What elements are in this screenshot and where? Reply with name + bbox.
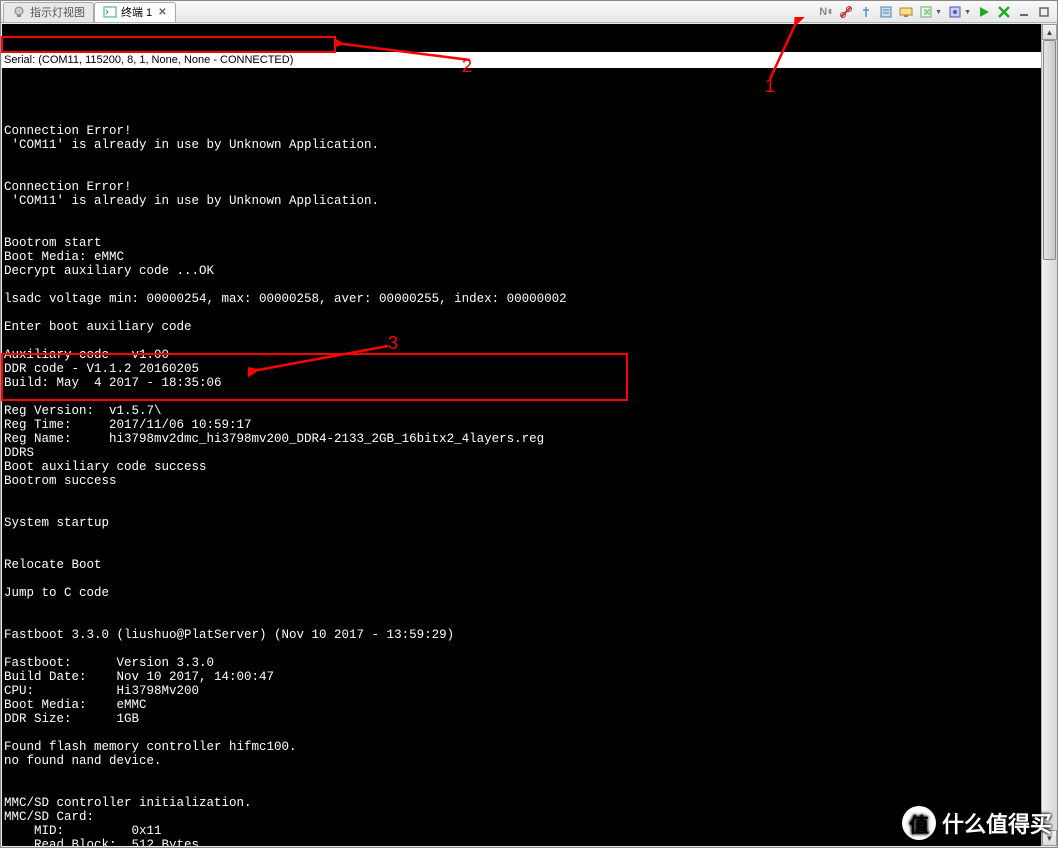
bulb-icon <box>12 5 26 19</box>
serial-connection-header: Serial: (COM11, 115200, 8, 1, None, None… <box>2 52 1056 68</box>
disconnect-button[interactable] <box>837 3 855 21</box>
connect-mode-button[interactable]: N⬍ <box>817 3 835 21</box>
command-button[interactable]: ⌘ <box>917 3 935 21</box>
watermark-text: 什么值得买 <box>942 807 1052 839</box>
scroll-track[interactable] <box>1042 40 1057 830</box>
vertical-scrollbar[interactable]: ▲ ▼ <box>1041 24 1057 846</box>
tab-bar: 指示灯视图 终端 1 ✕ N⬍ ⌘ <box>1 1 1057 23</box>
minimize-button[interactable] <box>1015 3 1033 21</box>
svg-text:⌘: ⌘ <box>923 8 931 17</box>
settings-button[interactable] <box>946 3 964 21</box>
scroll-thumb[interactable] <box>1043 40 1056 260</box>
tab-terminal-1[interactable]: 终端 1 ✕ <box>94 2 176 22</box>
run-button[interactable] <box>975 3 993 21</box>
properties-button[interactable] <box>877 3 895 21</box>
dropdown-icon[interactable]: ▼ <box>935 9 942 16</box>
tab-label: 终端 1 <box>121 4 152 20</box>
dropdown-icon[interactable]: ▼ <box>964 9 971 16</box>
watermark: 值 什么值得买 <box>902 806 1052 840</box>
monitor-button[interactable] <box>897 3 915 21</box>
terminal-icon <box>103 5 117 19</box>
scroll-up-button[interactable]: ▲ <box>1042 24 1057 40</box>
close-icon[interactable]: ✕ <box>158 7 166 18</box>
pin-button[interactable] <box>857 3 875 21</box>
toolbar: N⬍ ⌘ ▼ ▼ <box>817 1 1053 23</box>
tab-indicator-view[interactable]: 指示灯视图 <box>3 2 94 22</box>
tab-label: 指示灯视图 <box>30 4 85 20</box>
watermark-badge: 值 <box>902 806 936 840</box>
stop-button[interactable] <box>995 3 1013 21</box>
terminal-output: Connection Error! 'COM11' is already in … <box>2 96 1056 846</box>
terminal[interactable]: Serial: (COM11, 115200, 8, 1, None, None… <box>2 24 1056 846</box>
maximize-button[interactable] <box>1035 3 1053 21</box>
